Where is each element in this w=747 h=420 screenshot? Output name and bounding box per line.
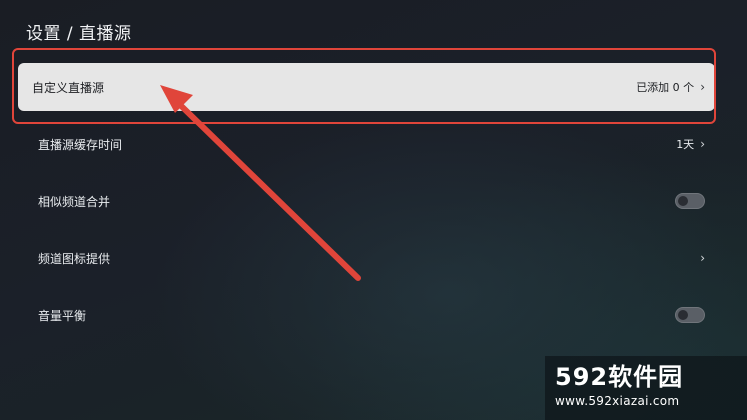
custom-live-source-row[interactable]: 自定义直播源 已添加 0 个 › (18, 63, 715, 111)
watermark-url: www.592xiazai.com (555, 394, 680, 408)
row-label: 频道图标提供 (38, 251, 111, 266)
similar-channel-merge-row[interactable]: 相似频道合并 (18, 177, 715, 225)
row-value: 已添加 0 个 (636, 81, 695, 94)
volume-balance-row[interactable]: 音量平衡 (18, 291, 715, 339)
chevron-right-icon: › (700, 137, 705, 151)
live-source-cache-time-row[interactable]: 直播源缓存时间 1天 › (18, 120, 715, 168)
similar-channel-merge-toggle[interactable] (675, 193, 705, 209)
channel-icon-provider-row[interactable]: 频道图标提供 › (18, 234, 715, 282)
row-label: 直播源缓存时间 (38, 137, 123, 152)
row-label: 自定义直播源 (32, 80, 105, 95)
chevron-right-icon: › (700, 251, 705, 265)
row-label: 音量平衡 (38, 308, 87, 323)
row-value: 1天 (676, 138, 695, 151)
breadcrumb: 设置 / 直播源 (26, 24, 132, 44)
volume-balance-toggle[interactable] (675, 307, 705, 323)
row-label: 相似频道合并 (38, 194, 111, 209)
watermark-logo: 592软件园 www.592xiazai.com (545, 356, 747, 420)
settings-list: 自定义直播源 已添加 0 个 › 直播源缓存时间 1天 › 相似频道合并 频道图… (18, 63, 715, 348)
chevron-right-icon: › (700, 80, 705, 94)
watermark-brand: 592软件园 (555, 363, 684, 391)
